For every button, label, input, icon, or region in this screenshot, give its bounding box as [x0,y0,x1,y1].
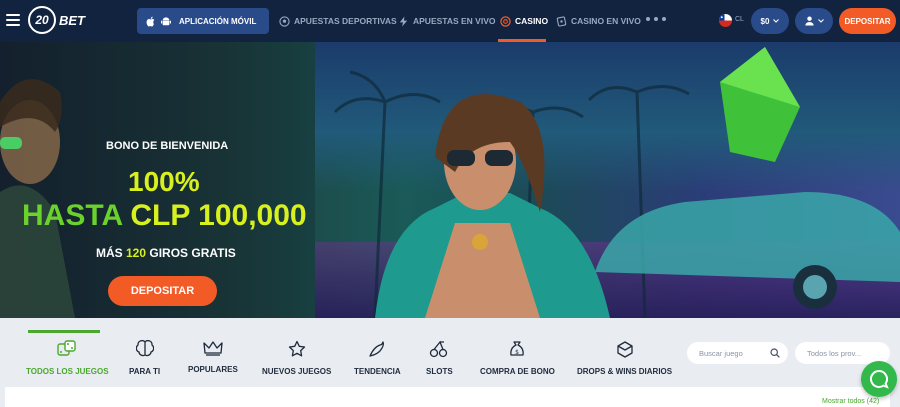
apple-icon [146,16,155,27]
deposit-button-header[interactable]: DEPOSITAR [839,8,896,34]
user-account-button[interactable] [795,8,833,34]
money-bag-icon: $ [510,341,525,356]
bonus-up-to: HASTA [22,199,122,232]
game-search-box[interactable] [687,342,788,364]
chat-icon [870,369,889,389]
mobile-app-label: APLICACIÓN MÓVIL [179,16,257,26]
nav-live-casino[interactable]: CASINO EN VIVO [556,0,641,42]
search-icon[interactable] [770,348,780,358]
chili-icon [369,341,385,357]
live-casino-icon [556,15,567,27]
balance-button[interactable]: $0 [751,8,789,34]
show-all-link[interactable]: Mostrar todos (42) [822,398,879,405]
balance-value: $0 [760,16,770,26]
nav-live-bets-label: APUESTAS EN VIVO [413,16,496,26]
live-chat-button[interactable] [861,361,897,397]
category-label: TENDENCIA [354,367,401,376]
nav-live-casino-label: CASINO EN VIVO [571,16,641,26]
spins-number: 120 [126,246,147,260]
dice-icon [57,340,76,356]
star-icon [288,340,305,357]
category-active-indicator [28,330,100,333]
spins-prefix: MÁS [96,246,126,260]
category-label: DROPS & WINS DIARIOS [577,367,673,376]
country-code[interactable]: CL [735,16,744,23]
category-popular[interactable]: POPULARES [188,340,238,374]
hero-banner[interactable]: BONO DE BIENVENIDA 100% HASTA CLP 100,00… [0,42,900,318]
category-label: TODOS LOS JUEGOS [26,367,109,376]
logo-badge: 20 [28,6,56,34]
menu-icon[interactable] [6,14,20,26]
chevron-down-icon [817,19,824,23]
user-icon [804,16,814,26]
top-header: 20 BET APLICACIÓN MÓVIL APUESTAS DEPORTI… [0,0,900,42]
nav-casino-label: CASINO [515,16,549,26]
mobile-app-button[interactable]: APLICACIÓN MÓVIL [137,8,269,34]
hero-deposit-button[interactable]: DEPOSITAR [108,276,217,306]
category-label: POPULARES [188,365,238,374]
logo-text: BET [59,12,85,28]
chevron-down-icon [773,19,780,23]
welcome-bonus-title: BONO DE BIENVENIDA [106,140,229,152]
crown-icon [203,341,223,356]
free-spins-text: MÁS 120 GIROS GRATIS [96,246,236,260]
soccer-ball-icon [279,15,290,27]
drops-wins-icon [616,341,633,358]
bonus-amount: CLP 100,000 [130,199,307,232]
man-illustration [0,79,75,318]
category-slots[interactable]: SLOTS [426,340,453,376]
category-all-games[interactable]: TODOS LOS JUEGOS [26,340,109,376]
spins-suffix: GIROS GRATIS [146,246,236,260]
category-new-games[interactable]: NUEVOS JUEGOS [262,340,331,376]
cherries-icon [430,340,448,358]
more-dots-icon[interactable] [646,17,666,21]
category-label: PARA TI [129,367,161,376]
category-label: COMPRA DE BONO [480,367,555,376]
bonus-amount-line: HASTA CLP 100,000 [22,199,307,233]
category-bonus-buy[interactable]: $ COMPRA DE BONO [480,340,555,376]
nav-live-bets[interactable]: APUESTAS EN VIVO [398,0,496,42]
casino-chip-icon [500,15,511,27]
logo[interactable]: 20 BET [28,6,85,34]
category-label: SLOTS [426,367,453,376]
palm-trees-illustration [333,47,900,318]
category-trending[interactable]: TENDENCIA [354,340,401,376]
category-drops-wins[interactable]: DROPS & WINS DIARIOS [577,340,672,376]
android-icon [161,16,171,25]
category-label: NUEVOS JUEGOS [262,367,332,376]
category-for-you[interactable]: PARA TI [129,340,160,376]
nav-sports[interactable]: APUESTAS DEPORTIVAS [279,0,397,42]
svg-text:$: $ [515,349,519,356]
chile-flag-icon[interactable] [719,14,732,27]
bonus-percent: 100% [128,166,200,197]
nav-casino[interactable]: CASINO [500,0,548,42]
live-bolt-icon [399,15,408,27]
games-section [5,387,890,407]
search-input[interactable] [699,348,767,358]
brain-icon [135,340,154,357]
nav-sports-label: APUESTAS DEPORTIVAS [294,16,397,26]
